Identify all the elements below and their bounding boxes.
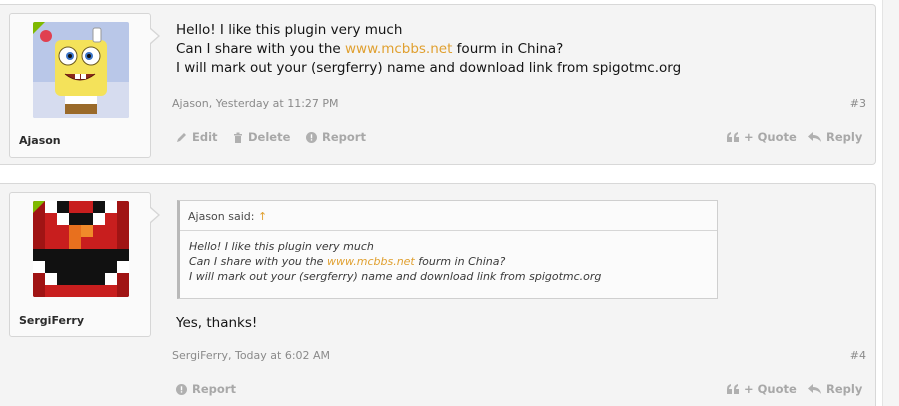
post-meta[interactable]: SergiFerry, Today at 6:02 AM (172, 349, 330, 362)
reply-label: Reply (826, 382, 863, 396)
pencil-icon (177, 132, 186, 142)
trash-icon (234, 132, 242, 143)
spongebob-avatar-image (33, 22, 129, 118)
username[interactable]: Ajason (19, 134, 61, 147)
quote-line: Hello! I like this plugin very much (189, 240, 374, 253)
message-post-4: SergiFerry Ajason said: ↑ Hello! I like … (0, 183, 876, 406)
online-indicator (33, 22, 46, 35)
message-line: Hello! I like this plugin very much (176, 22, 403, 38)
report-label: Report (322, 130, 366, 144)
message-text: Can I share with you the (176, 41, 346, 57)
report-label: Report (192, 382, 236, 396)
user-card: Ajason (9, 13, 160, 158)
message-text: fourm in China? (452, 41, 564, 57)
username[interactable]: SergiFerry (19, 314, 84, 327)
post-number[interactable]: #3 (850, 97, 866, 110)
quote-label: + Quote (744, 382, 797, 396)
reply-button[interactable]: Reply (808, 130, 862, 144)
post-meta[interactable]: Ajason, Yesterday at 11:27 PM (172, 97, 339, 110)
quote-button[interactable]: + Quote (727, 130, 797, 144)
report-button[interactable]: Report (306, 130, 366, 144)
quote-author: Ajason said: (188, 210, 255, 223)
report-icon (176, 383, 187, 395)
mcbbs-link[interactable]: www.mcbbs.net (345, 41, 452, 57)
quote-block: Ajason said: ↑ Hello! I like this plugin… (177, 200, 718, 299)
post-number[interactable]: #4 (850, 349, 866, 362)
quote-text: Can I share with you the (189, 255, 327, 268)
edit-button[interactable]: Edit (176, 130, 218, 144)
report-icon (306, 131, 317, 143)
reply-button[interactable]: Reply (808, 382, 862, 396)
user-card-pointer (150, 207, 160, 223)
edit-label: Edit (192, 130, 218, 144)
message-post-3: Ajason Hello! I like this plugin very mu… (0, 4, 876, 165)
reply-icon (808, 132, 821, 142)
quote-button[interactable]: + Quote (727, 382, 797, 396)
online-indicator (33, 201, 46, 214)
quote-attribution[interactable]: Ajason said: ↑ (180, 201, 717, 231)
page-scrollbar[interactable] (882, 0, 899, 406)
quote-icon (727, 132, 739, 142)
reply-label: Reply (826, 130, 863, 144)
quote-label: + Quote (744, 130, 797, 144)
message-line: Can I share with you the www.mcbbs.net f… (176, 40, 681, 59)
user-card: SergiFerry (9, 192, 160, 337)
report-button[interactable]: Report (176, 382, 236, 396)
avatar-ajason[interactable] (33, 22, 129, 118)
user-card-pointer (150, 28, 160, 44)
jump-to-quote-icon[interactable]: ↑ (258, 210, 267, 223)
delete-button[interactable]: Delete (233, 130, 290, 144)
quote-text: fourm in China? (414, 255, 506, 268)
avatar-sergiferry[interactable] (33, 201, 129, 297)
reply-icon (808, 384, 821, 394)
message-line: I will mark out your (sergferry) name an… (176, 60, 682, 76)
quote-body: Hello! I like this plugin very much Can … (180, 231, 717, 284)
message-body: Yes, thanks! (176, 315, 258, 331)
mcbbs-link[interactable]: www.mcbbs.net (327, 255, 415, 268)
delete-label: Delete (248, 130, 291, 144)
quote-line: I will mark out your (sergferry) name an… (189, 270, 602, 283)
pixel-monster-avatar-image (33, 201, 129, 297)
quote-icon (727, 384, 739, 394)
quote-line: Can I share with you the www.mcbbs.net f… (189, 254, 717, 269)
message-body: Hello! I like this plugin very much Can … (176, 21, 681, 78)
